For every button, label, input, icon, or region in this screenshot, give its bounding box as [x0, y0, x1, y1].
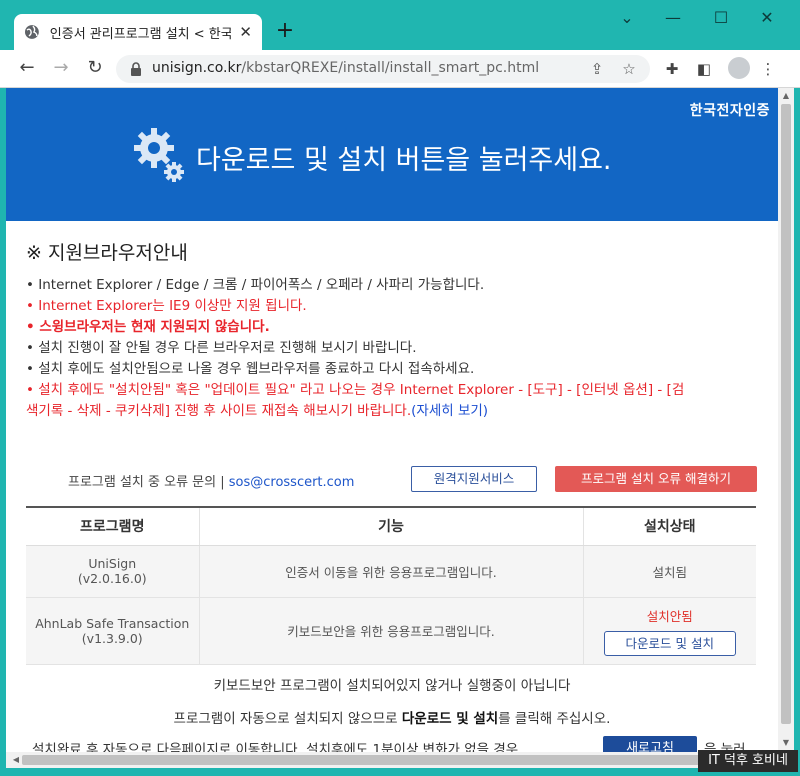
- close-icon[interactable]: ✕: [752, 8, 782, 27]
- brand-logo: 한국전자인증: [689, 103, 770, 119]
- scroll-down-icon[interactable]: ▼: [778, 738, 794, 747]
- gear-icon: [134, 128, 184, 182]
- side-panel-icon[interactable]: ◧: [694, 59, 714, 79]
- program-function-cell: 키보드보안을 위한 응용프로그램입니다.: [198, 597, 583, 665]
- program-function-cell: 인증서 이동을 위한 응용프로그램입니다.: [198, 545, 583, 598]
- table-row: UniSign (v2.0.16.0) 인증서 이동을 위한 응용프로그램입니다.…: [26, 545, 756, 598]
- refresh-button[interactable]: 새로고침: [603, 736, 697, 752]
- profile-avatar-icon[interactable]: [728, 57, 750, 79]
- fix-install-error-button[interactable]: 프로그램 설치 오류 해결하기: [555, 466, 757, 492]
- program-name-cell: UniSign (v2.0.16.0): [26, 545, 199, 598]
- banner-title: 다운로드 및 설치 버튼을 눌러주세요.: [196, 145, 612, 176]
- download-instruction: 프로그램이 자동으로 설치되지 않으므로 다운로드 및 설치를 클릭해 주십시오…: [173, 711, 611, 727]
- table-header-function: 기능: [198, 506, 583, 546]
- address-bar[interactable]: unisign.co.kr/kbstarQREXE/install/instal…: [116, 55, 650, 83]
- star-icon[interactable]: ☆: [620, 60, 638, 78]
- vertical-scroll-thumb[interactable]: [781, 104, 791, 724]
- keyboard-security-note: 키보드보안 프로그램이 설치되어있지 않거나 실행중이 아닙니다: [213, 678, 571, 694]
- support-contact: 프로그램 설치 중 오류 문의 | sos@crosscert.com: [68, 475, 355, 490]
- browser-support-notice: ※ 지원브라우저안내 • Internet Explorer / Edge / …: [26, 238, 766, 422]
- url-text: unisign.co.kr/kbstarQREXE/install/instal…: [152, 60, 540, 76]
- browser-tab[interactable]: 인증서 관리프로그램 설치 < 한국 ✕: [14, 14, 262, 50]
- download-install-button[interactable]: 다운로드 및 설치: [603, 630, 736, 656]
- page-banner: 한국전자인증 다운로드 및 설치 버튼을 눌러주세요.: [6, 88, 778, 221]
- detail-link[interactable]: (자세히 보기): [411, 403, 488, 419]
- maximize-icon[interactable]: ☐: [706, 8, 736, 27]
- notice-heading: ※ 지원브라우저안내: [26, 242, 188, 264]
- back-arrow-icon[interactable]: ←: [16, 57, 38, 79]
- extensions-icon[interactable]: ✚: [662, 59, 682, 79]
- menu-dots-icon[interactable]: ⋮: [758, 59, 778, 79]
- globe-icon: [24, 25, 39, 39]
- page-viewport: 한국전자인증 다운로드 및 설치 버튼을 눌러주세요. ※ 지원브라우저안내 •…: [6, 88, 778, 752]
- share-icon[interactable]: ⇪: [588, 60, 606, 78]
- notice-line: • 스윙브라우저는 현재 지원되지 않습니다.: [26, 319, 270, 335]
- program-table: 프로그램명 기능 설치상태 UniSign (v2.0.16.0) 인증서 이동을…: [26, 506, 756, 665]
- support-email-link[interactable]: sos@crosscert.com: [229, 475, 355, 490]
- chevron-down-icon[interactable]: ⌄: [612, 8, 642, 27]
- tab-close-icon[interactable]: ✕: [239, 23, 252, 41]
- forward-arrow-icon[interactable]: →: [50, 57, 72, 79]
- install-status: 설치안됨: [646, 608, 693, 624]
- install-status-cell: 설치안됨 다운로드 및 설치: [582, 597, 756, 665]
- notice-line: • 설치 후에도 설치안됨으로 나올 경우 웹브라우저를 종료하고 다시 접속하…: [26, 361, 475, 377]
- tab-title: 인증서 관리프로그램 설치 < 한국: [49, 26, 232, 42]
- notice-line: 색기록 - 삭제 - 쿠키삭제] 진행 후 사이트 재접속 해보시기 바랍니다.…: [26, 403, 489, 419]
- watermark: IT 덕후 호비네: [698, 750, 798, 772]
- refresh-instruction: 설치완료 후 자동으로 다음페이지로 이동합니다. 설치후에도 1분이상 변화가…: [32, 742, 519, 752]
- install-status: 설치됨: [582, 545, 756, 598]
- notice-line: • 설치 후에도 "설치안됨" 혹은 "업데이트 필요" 라고 나오는 경우 I…: [26, 382, 685, 398]
- notice-line: • Internet Explorer / Edge / 크롬 / 파이어폭스 …: [26, 277, 485, 293]
- remote-support-button[interactable]: 원격지원서비스: [411, 466, 537, 492]
- tab-strip: 인증서 관리프로그램 설치 < 한국 ✕ + ⌄ — ☐ ✕: [0, 0, 800, 50]
- scroll-up-icon[interactable]: ▲: [778, 91, 794, 100]
- table-row: AhnLab Safe Transaction (v1.3.9.0) 키보드보안을…: [26, 597, 756, 665]
- notice-line: • 설치 진행이 잘 안될 경우 다른 브라우저로 진행해 보시기 바랍니다.: [26, 340, 417, 356]
- table-header-name: 프로그램명: [26, 506, 199, 546]
- new-tab-button[interactable]: +: [272, 18, 298, 44]
- minimize-icon[interactable]: —: [658, 8, 688, 27]
- program-name-cell: AhnLab Safe Transaction (v1.3.9.0): [26, 597, 199, 665]
- reload-icon[interactable]: ↻: [84, 57, 106, 79]
- horizontal-scroll-thumb[interactable]: [22, 755, 766, 765]
- lock-icon: [131, 62, 141, 76]
- browser-toolbar: ← → ↻ unisign.co.kr/kbstarQREXE/install/…: [0, 50, 800, 88]
- notice-line: • Internet Explorer는 IE9 이상만 지원 됩니다.: [26, 298, 307, 314]
- table-header-status: 설치상태: [582, 506, 756, 546]
